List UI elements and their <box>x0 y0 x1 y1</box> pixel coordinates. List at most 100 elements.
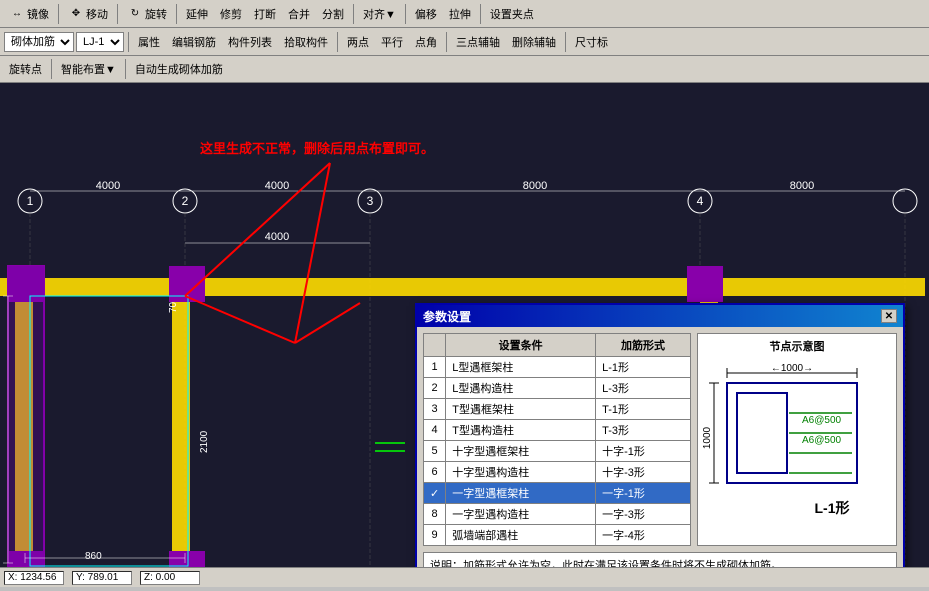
property-button[interactable]: 属性 <box>133 31 165 53</box>
cad-canvas[interactable]: 1 2 3 4 4000 4000 8000 8000 4000 <box>0 83 929 567</box>
svg-text:8000: 8000 <box>523 180 547 192</box>
table-header-form: 加筋形式 <box>596 334 691 357</box>
row-num: 9 <box>424 525 446 546</box>
status-z: Z: 0.00 <box>140 571 200 585</box>
svg-text:4000: 4000 <box>265 231 289 243</box>
dialog-titlebar: 参数设置 ✕ <box>417 305 903 327</box>
angle-button[interactable]: 点角 <box>410 31 442 53</box>
row-num: 8 <box>424 504 446 525</box>
row-condition: 弧墙端部遇柱 <box>446 525 596 546</box>
table-row[interactable]: 8 一字型遇构造柱 一字-3形 <box>424 504 691 525</box>
svg-text:4000: 4000 <box>96 180 120 192</box>
table-row[interactable]: 9 弧墙端部遇柱 一字-4形 <box>424 525 691 546</box>
toolbar-row1: ↔ 镜像 ✥ 移动 ↻ 旋转 延伸 修剪 打断 合并 分割 对齐▼ <box>0 0 929 28</box>
repair-button[interactable]: 修剪 <box>215 3 247 25</box>
toolbar-row3: 旋转点 智能布置▼ 自动生成砌体加筋 <box>0 56 929 82</box>
dialog-left: 设置条件 加筋形式 1 L型遇框架柱 L-1形 2 L型遇构造柱 L-3形 3 … <box>423 333 691 546</box>
row-num: ✓ <box>424 483 446 504</box>
row-condition: 十字型遇构造柱 <box>446 462 596 483</box>
setpoint-button[interactable]: 设置夹点 <box>485 3 539 25</box>
table-row[interactable]: 6 十字型遇构造柱 十字-3形 <box>424 462 691 483</box>
dialog-title: 参数设置 <box>423 308 471 325</box>
mirror-icon: ↔ <box>9 6 25 22</box>
type-dropdown[interactable]: 砌体加筋 <box>4 32 74 52</box>
row-form: L-3形 <box>596 378 691 399</box>
param-dialog: 参数设置 ✕ 设置条件 加筋形式 <box>415 303 905 567</box>
dimscale-button[interactable]: 尺寸标 <box>570 31 613 53</box>
svg-text:860: 860 <box>85 551 102 562</box>
merge-button[interactable]: 合并 <box>283 3 315 25</box>
status-y: Y: 789.01 <box>72 571 132 585</box>
parallel-button[interactable]: 平行 <box>376 31 408 53</box>
dialog-close-button[interactable]: ✕ <box>881 309 897 323</box>
threepoint-button[interactable]: 三点辅轴 <box>451 31 505 53</box>
editbar-button[interactable]: 编辑钢筋 <box>167 31 221 53</box>
svg-text:2100: 2100 <box>199 430 210 453</box>
row-form: 十字-3形 <box>596 462 691 483</box>
table-row[interactable]: 2 L型遇构造柱 L-3形 <box>424 378 691 399</box>
rotatepoint-button[interactable]: 旋转点 <box>4 58 47 80</box>
row-condition: T型遇框架柱 <box>446 399 596 420</box>
mirror-button[interactable]: ↔ 镜像 <box>4 3 54 25</box>
twopoint-button[interactable]: 两点 <box>342 31 374 53</box>
row-num: 3 <box>424 399 446 420</box>
table-header-num <box>424 334 446 357</box>
separator <box>480 4 481 24</box>
row-form: 一字-1形 <box>596 483 691 504</box>
row-condition: 一字型遇构造柱 <box>446 504 596 525</box>
svg-text:70: 70 <box>168 301 179 313</box>
table-row[interactable]: 5 十字型遇框架柱 十字-1形 <box>424 441 691 462</box>
table-row[interactable]: ✓ 一字型遇框架柱 一字-1形 <box>424 483 691 504</box>
offset-button[interactable]: 偏移 <box>410 3 442 25</box>
break-button[interactable]: 打断 <box>249 3 281 25</box>
table-header-condition: 设置条件 <box>446 334 596 357</box>
separator <box>405 4 406 24</box>
row-num: 1 <box>424 357 446 378</box>
partlist-button[interactable]: 构件列表 <box>223 31 277 53</box>
svg-text:A6@500: A6@500 <box>802 415 842 426</box>
svg-text:1000: 1000 <box>702 426 713 449</box>
svg-text:←1000→: ←1000→ <box>771 363 813 374</box>
separator <box>353 4 354 24</box>
table-row[interactable]: 3 T型遇框架柱 T-1形 <box>424 399 691 420</box>
node-preview: ←1000→ 1000 A6@500 A6@500 <box>702 358 892 528</box>
svg-text:A6@500: A6@500 <box>802 435 842 446</box>
split-button[interactable]: 分割 <box>317 3 349 25</box>
separator <box>58 4 59 24</box>
smartset-button[interactable]: 智能布置▼ <box>56 58 121 80</box>
row-condition: 十字型遇框架柱 <box>446 441 596 462</box>
preview-title: 节点示意图 <box>770 338 825 354</box>
svg-text:L-1形: L-1形 <box>815 500 850 516</box>
rotate-button[interactable]: ↻ 旋转 <box>122 3 172 25</box>
dialog-description: 说明：加筋形式允许为空，此时在满足该设置条件时将不生成砌体加筋。 <box>423 552 897 567</box>
table-row[interactable]: 1 L型遇框架柱 L-1形 <box>424 357 691 378</box>
separator <box>176 4 177 24</box>
row-form: 十字-1形 <box>596 441 691 462</box>
extend-button[interactable]: 延伸 <box>181 3 213 25</box>
table-row[interactable]: 4 T型遇构造柱 T-3形 <box>424 420 691 441</box>
move-button[interactable]: ✥ 移动 <box>63 3 113 25</box>
svg-text:4000: 4000 <box>265 180 289 192</box>
delaux-button[interactable]: 删除辅轴 <box>507 31 561 53</box>
dialog-right: 节点示意图 ←1000 <box>697 333 897 546</box>
svg-text:4: 4 <box>697 194 704 208</box>
dialog-main: 设置条件 加筋形式 1 L型遇框架柱 L-1形 2 L型遇构造柱 L-3形 3 … <box>423 333 897 546</box>
pickup-button[interactable]: 拾取构件 <box>279 31 333 53</box>
separator <box>128 32 129 52</box>
move-icon: ✥ <box>68 6 84 22</box>
statusbar: X: 1234.56 Y: 789.01 Z: 0.00 <box>0 567 929 587</box>
stretch-button[interactable]: 拉伸 <box>444 3 476 25</box>
row-form: 一字-4形 <box>596 525 691 546</box>
row-num: 6 <box>424 462 446 483</box>
svg-text:1: 1 <box>27 194 34 208</box>
lj-dropdown[interactable]: LJ-1 <box>76 32 124 52</box>
separator <box>117 4 118 24</box>
rotate-icon: ↻ <box>127 6 143 22</box>
row-form: T-3形 <box>596 420 691 441</box>
align-button[interactable]: 对齐▼ <box>358 3 401 25</box>
dialog-content: 设置条件 加筋形式 1 L型遇框架柱 L-1形 2 L型遇构造柱 L-3形 3 … <box>417 327 903 567</box>
row-form: 一字-3形 <box>596 504 691 525</box>
autogen-button[interactable]: 自动生成砌体加筋 <box>130 58 228 80</box>
row-condition: L型遇构造柱 <box>446 378 596 399</box>
toolbar-container: ↔ 镜像 ✥ 移动 ↻ 旋转 延伸 修剪 打断 合并 分割 对齐▼ <box>0 0 929 83</box>
